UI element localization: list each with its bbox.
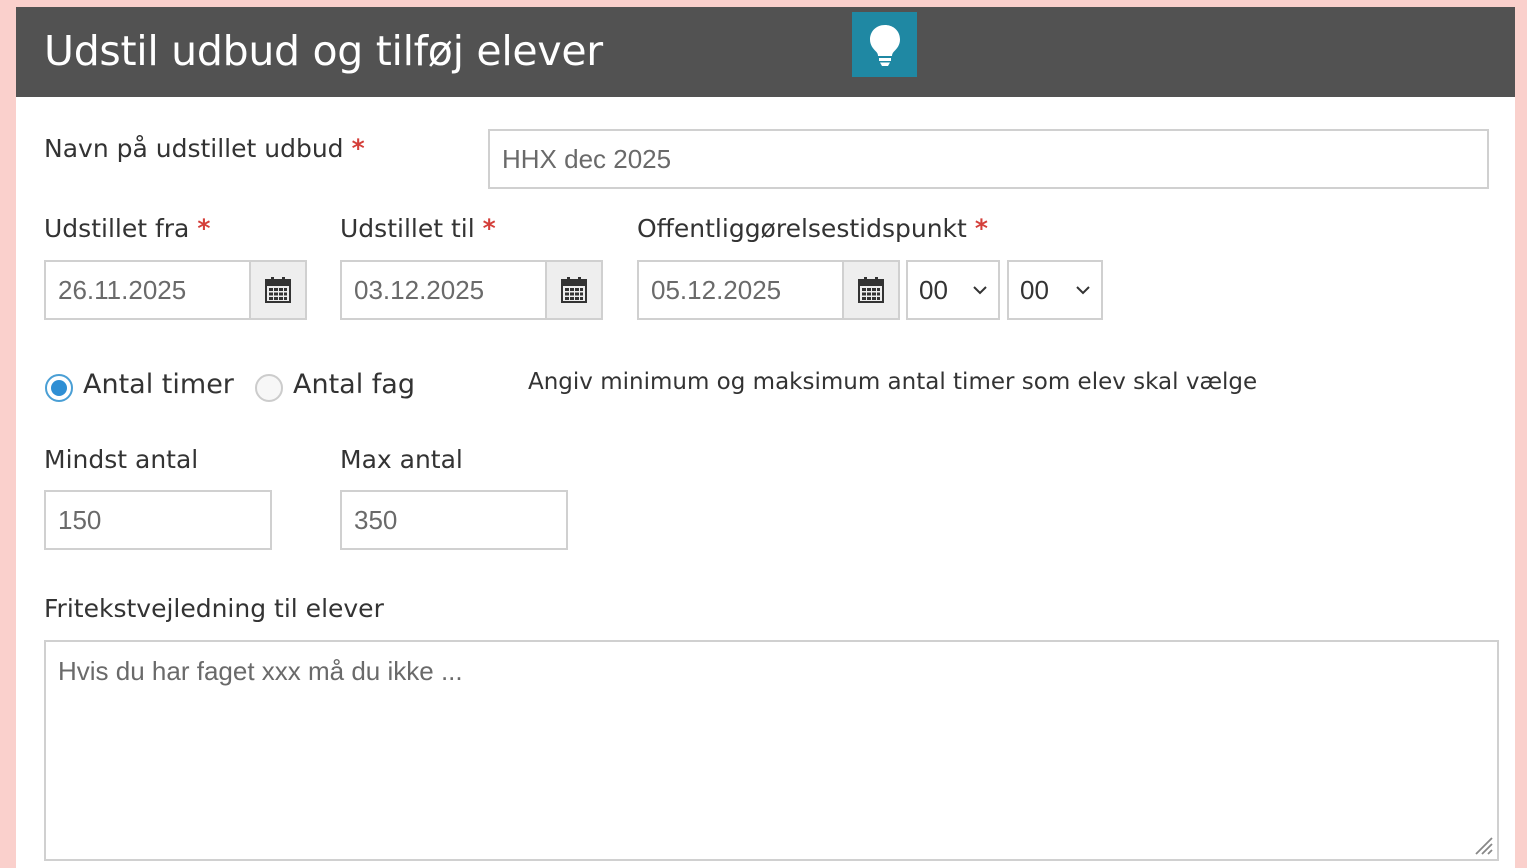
chevron-down-icon [973,286,987,295]
resize-grip-icon[interactable] [1470,832,1494,856]
min-count-input[interactable]: 150 [44,490,272,550]
page-title: Udstil udbud og tilføj elever [44,27,603,75]
mode-hint: Angiv minimum og maksimum antal timer so… [528,369,1258,395]
required-marker: * [197,214,211,243]
required-marker: * [974,214,988,243]
publish-date-input[interactable]: 05.12.2025 [637,260,844,320]
offer-name-input[interactable]: HHX dec 2025 [488,129,1489,189]
publish-minute-value: 00 [1020,274,1049,305]
from-calendar-button[interactable] [251,260,307,320]
radio-antal-timer[interactable] [45,374,73,402]
radio-antal-fag[interactable] [255,374,283,402]
form-panel: Udstil udbud og tilføj elever Navn på ud… [16,7,1515,868]
calendar-icon [561,277,587,303]
calendar-icon [858,277,884,303]
guidance-placeholder: Hvis du har faget xxx må du ikke ... [58,656,463,686]
required-marker: * [482,214,496,243]
publish-calendar-button[interactable] [844,260,900,320]
publish-hour-value: 00 [919,274,948,305]
from-date-input[interactable]: 26.11.2025 [44,260,251,320]
from-label: Udstillet fra * [44,213,210,245]
to-calendar-button[interactable] [547,260,603,320]
max-label: Max antal [340,445,463,474]
to-label-text: Udstillet til [340,214,475,243]
name-label: Navn på udstillet udbud * [44,133,365,165]
publish-label-text: Offentliggørelsestidspunkt [637,214,967,243]
min-label: Mindst antal [44,445,199,474]
lightbulb-icon [869,24,900,66]
calendar-icon [265,277,291,303]
radio-antal-timer-label[interactable]: Antal timer [83,369,234,401]
help-button[interactable] [852,12,917,77]
to-label: Udstillet til * [340,213,496,245]
name-label-text: Navn på udstillet udbud [44,134,344,163]
from-label-text: Udstillet fra [44,214,190,243]
publish-minute-select[interactable]: 00 [1007,260,1103,320]
chevron-down-icon [1076,286,1090,295]
guidance-label: Fritekstvejledning til elever [44,594,384,623]
radio-antal-fag-label[interactable]: Antal fag [293,369,415,401]
required-marker: * [351,134,365,163]
max-count-input[interactable]: 350 [340,490,568,550]
publish-label: Offentliggørelsestidspunkt * [637,213,988,245]
publish-hour-select[interactable]: 00 [906,260,1000,320]
guidance-textarea[interactable]: Hvis du har faget xxx må du ikke ... [44,640,1499,861]
to-date-input[interactable]: 03.12.2025 [340,260,547,320]
page-header: Udstil udbud og tilføj elever [16,7,1515,97]
